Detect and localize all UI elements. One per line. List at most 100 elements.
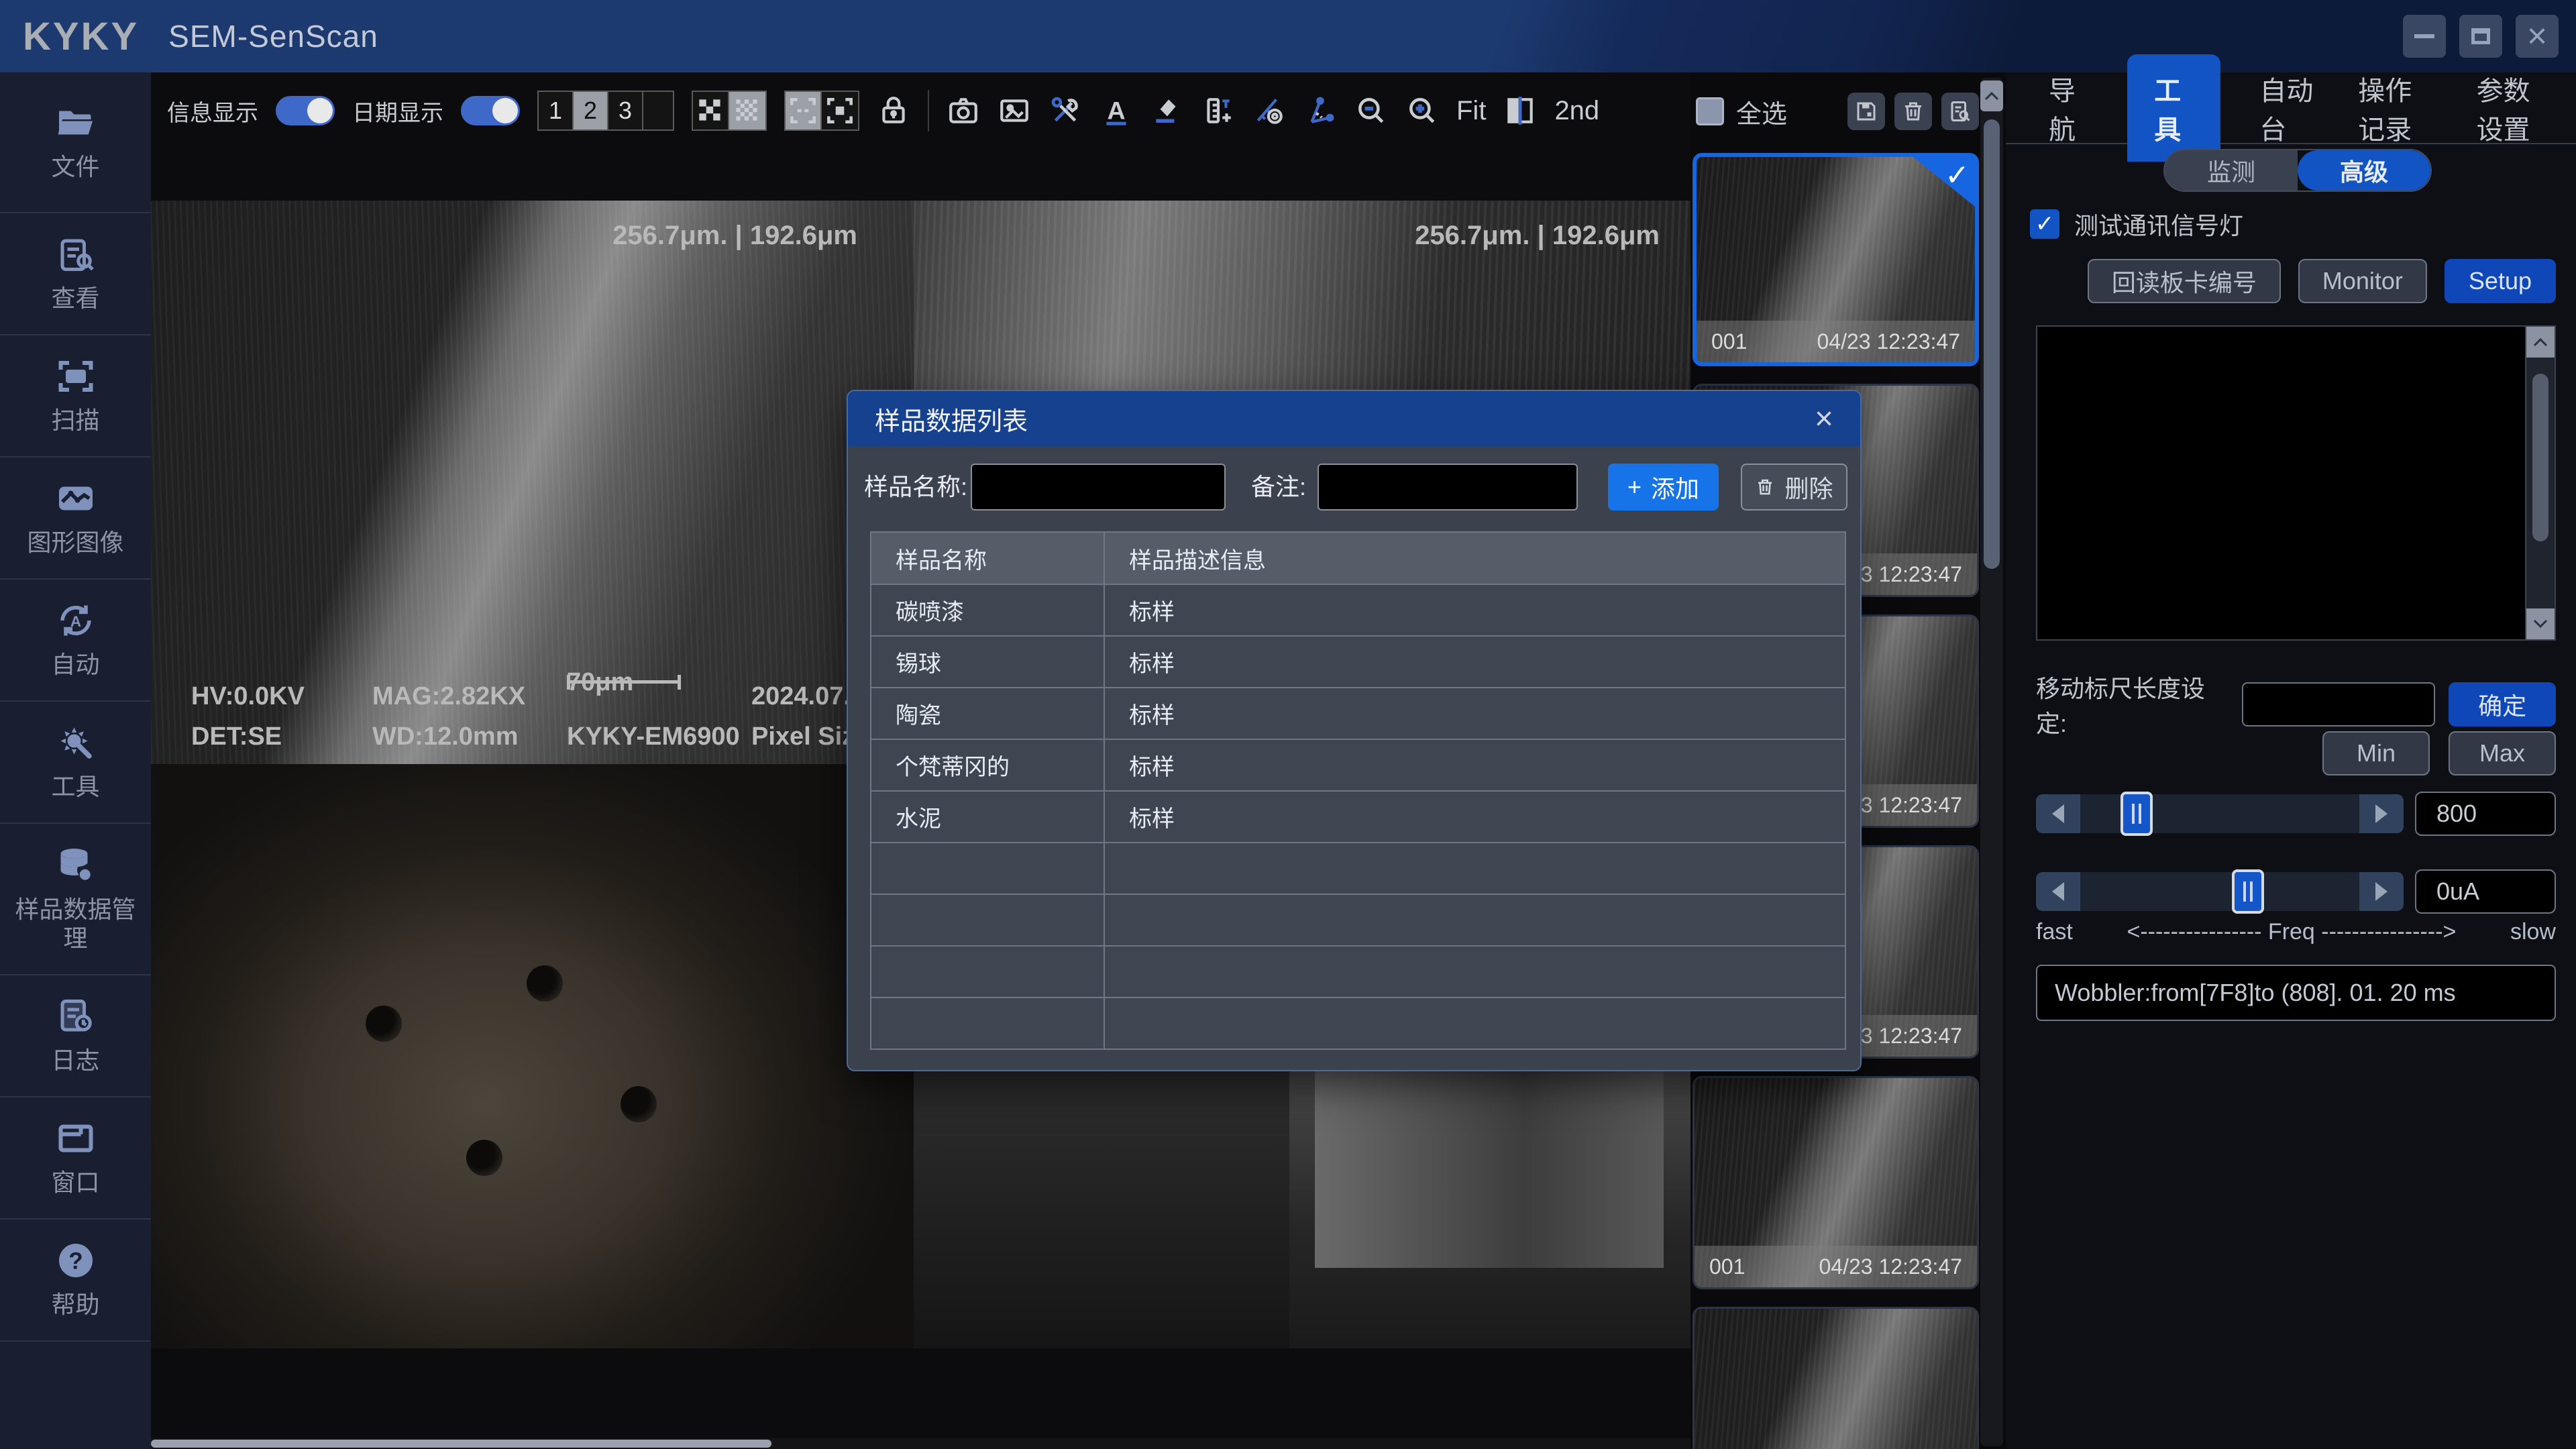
scroll-down-button[interactable]: [2526, 608, 2555, 639]
readback-board-button[interactable]: 回读板卡编号: [2088, 259, 2281, 303]
thumbnail-scrollbar[interactable]: [1980, 78, 2003, 1446]
scrollbar-thumb[interactable]: [2532, 374, 2548, 541]
table-row[interactable]: 碳喷漆 标样: [871, 584, 1845, 636]
scroll-up-button[interactable]: [1980, 80, 2003, 111]
save-thumbnails-button[interactable]: [1847, 93, 1885, 130]
sample-name-input[interactable]: [971, 464, 1226, 511]
thumbnail-item[interactable]: ✓ 001 04/23 12:23:47: [1693, 153, 1979, 366]
grid-sparse-button[interactable]: [693, 92, 729, 129]
sidebar-item-files[interactable]: 文件: [0, 72, 151, 213]
sample-name-label: 样品名称:: [864, 464, 967, 511]
text-annotation-icon[interactable]: A: [1099, 94, 1133, 127]
delete-thumbnails-button[interactable]: [1894, 93, 1932, 130]
angle-measure-icon[interactable]: [1303, 94, 1337, 127]
zoom-in-icon[interactable]: [1405, 94, 1439, 127]
tab-navigation[interactable]: 导航: [2049, 69, 2088, 147]
modal-header[interactable]: 样品数据列表 ×: [848, 391, 1860, 446]
delete-sample-button[interactable]: 删除: [1741, 464, 1847, 511]
sidebar-item-graphics[interactable]: 图形图像: [0, 458, 151, 580]
maximize-button[interactable]: [2459, 15, 2502, 58]
slider-handle[interactable]: [2121, 792, 2153, 836]
table-row[interactable]: 陶瓷 标样: [871, 688, 1845, 739]
view-4-button[interactable]: [643, 92, 673, 129]
measure-tape-icon[interactable]: [1252, 94, 1286, 127]
zoom-out-icon[interactable]: [1354, 94, 1388, 127]
save-image-icon[interactable]: [998, 94, 1031, 127]
sample-data-icon: [56, 845, 96, 885]
split-view-icon[interactable]: [1503, 94, 1537, 127]
info-display-toggle[interactable]: [276, 96, 335, 125]
slider-decrease-button[interactable]: [2036, 794, 2080, 833]
capture-photo-icon[interactable]: [947, 94, 980, 127]
sidebar-item-window[interactable]: 窗口: [0, 1097, 151, 1220]
tab-tools[interactable]: 工具: [2127, 54, 2220, 162]
add-sample-button[interactable]: + 添加: [1608, 464, 1719, 511]
value-slider-1[interactable]: [2036, 794, 2404, 833]
sidebar-item-scan[interactable]: 扫描: [0, 335, 151, 458]
view-2-button[interactable]: 2: [574, 92, 608, 129]
sidebar-item-log[interactable]: 日志: [0, 975, 151, 1097]
mode-monitor-button[interactable]: 监测: [2165, 150, 2298, 191]
table-row-empty[interactable]: [871, 998, 1845, 1049]
sidebar-item-tools[interactable]: 工具: [0, 702, 151, 824]
min-button[interactable]: Min: [2322, 731, 2430, 775]
sidebar-item-sample-data[interactable]: 样品数据管理: [0, 824, 151, 975]
second-display-button[interactable]: 2nd: [1554, 96, 1599, 126]
view-3-button[interactable]: 3: [608, 92, 643, 129]
table-row-empty[interactable]: [871, 894, 1845, 946]
horizontal-scrollbar[interactable]: [151, 1438, 1690, 1449]
table-row[interactable]: 水泥 标样: [871, 791, 1845, 843]
minimize-button[interactable]: [2403, 15, 2446, 58]
close-button[interactable]: ×: [2516, 15, 2559, 58]
table-row-empty[interactable]: [871, 946, 1845, 998]
frame-dashed-button[interactable]: [786, 92, 822, 129]
scroll-up-button[interactable]: [2526, 327, 2555, 358]
sidebar-item-help[interactable]: ? 帮助: [0, 1220, 151, 1342]
remark-input[interactable]: [1318, 464, 1578, 511]
sidebar-item-auto[interactable]: A 自动: [0, 580, 151, 702]
thumbnail-id: 001: [1709, 1254, 1745, 1279]
signal-checkbox[interactable]: ✓: [2030, 209, 2059, 239]
value-slider-2[interactable]: [2036, 872, 2404, 911]
table-row-empty[interactable]: [871, 843, 1845, 894]
table-row[interactable]: 锡球 标样: [871, 636, 1845, 688]
horizontal-scrollbar-thumb[interactable]: [151, 1440, 771, 1448]
sidebar-item-view[interactable]: 查看: [0, 213, 151, 335]
confirm-button[interactable]: 确定: [2449, 682, 2556, 727]
table-row[interactable]: 个梵蒂冈的 标样: [871, 739, 1845, 791]
slider-increase-button[interactable]: [2359, 794, 2404, 833]
ruler-length-input[interactable]: [2242, 682, 2436, 727]
frame-solid-button[interactable]: [822, 92, 858, 129]
right-panel-tabs: 导航 工具 自动台 操作记录 参数设置: [2006, 72, 2576, 144]
slider-handle[interactable]: [2232, 869, 2264, 914]
adjust-tools-icon[interactable]: [1049, 94, 1082, 127]
modal-close-button[interactable]: ×: [1815, 400, 1833, 437]
select-all-checkbox[interactable]: [1696, 97, 1724, 125]
mode-advanced-button[interactable]: 高级: [2298, 150, 2430, 191]
thumbnail-item[interactable]: 001 04/23 12:23:47: [1693, 1076, 1979, 1289]
tab-operation-log[interactable]: 操作记录: [2358, 69, 2437, 147]
max-button[interactable]: Max: [2449, 731, 2556, 775]
grid-dense-button[interactable]: [729, 92, 765, 129]
tab-auto-stage[interactable]: 自动台: [2259, 69, 2319, 147]
slider-2-value[interactable]: 0uA: [2415, 869, 2556, 914]
scrollbar-thumb[interactable]: [1984, 119, 2000, 569]
lock-icon[interactable]: [877, 94, 910, 127]
screen-scrollbar[interactable]: [2525, 327, 2555, 639]
viewport-sem-1[interactable]: 256.7μm. | 192.6μm HV:0.0KV MAG:2.82KX 7…: [151, 201, 914, 764]
thumbnail-item[interactable]: 001 04/23 12:23:47: [1693, 1307, 1979, 1449]
preview-thumbnails-button[interactable]: [1941, 93, 1979, 130]
setup-button[interactable]: Setup: [2445, 259, 2556, 303]
date-display-toggle[interactable]: [461, 96, 520, 125]
viewport-count-group: 1 2 3: [537, 91, 674, 131]
viewport-chamber-camera-1[interactable]: [151, 764, 914, 1348]
marker-pen-icon[interactable]: [1150, 94, 1184, 127]
view-1-button[interactable]: 1: [539, 92, 574, 129]
slider-decrease-button[interactable]: [2036, 872, 2080, 911]
ruler-text-icon[interactable]: [1201, 94, 1235, 127]
slider-increase-button[interactable]: [2359, 872, 2404, 911]
tab-parameter-settings[interactable]: 参数设置: [2477, 69, 2556, 147]
fit-button[interactable]: Fit: [1456, 96, 1486, 126]
monitor-button[interactable]: Monitor: [2298, 259, 2427, 303]
slider-1-value[interactable]: 800: [2415, 792, 2556, 836]
